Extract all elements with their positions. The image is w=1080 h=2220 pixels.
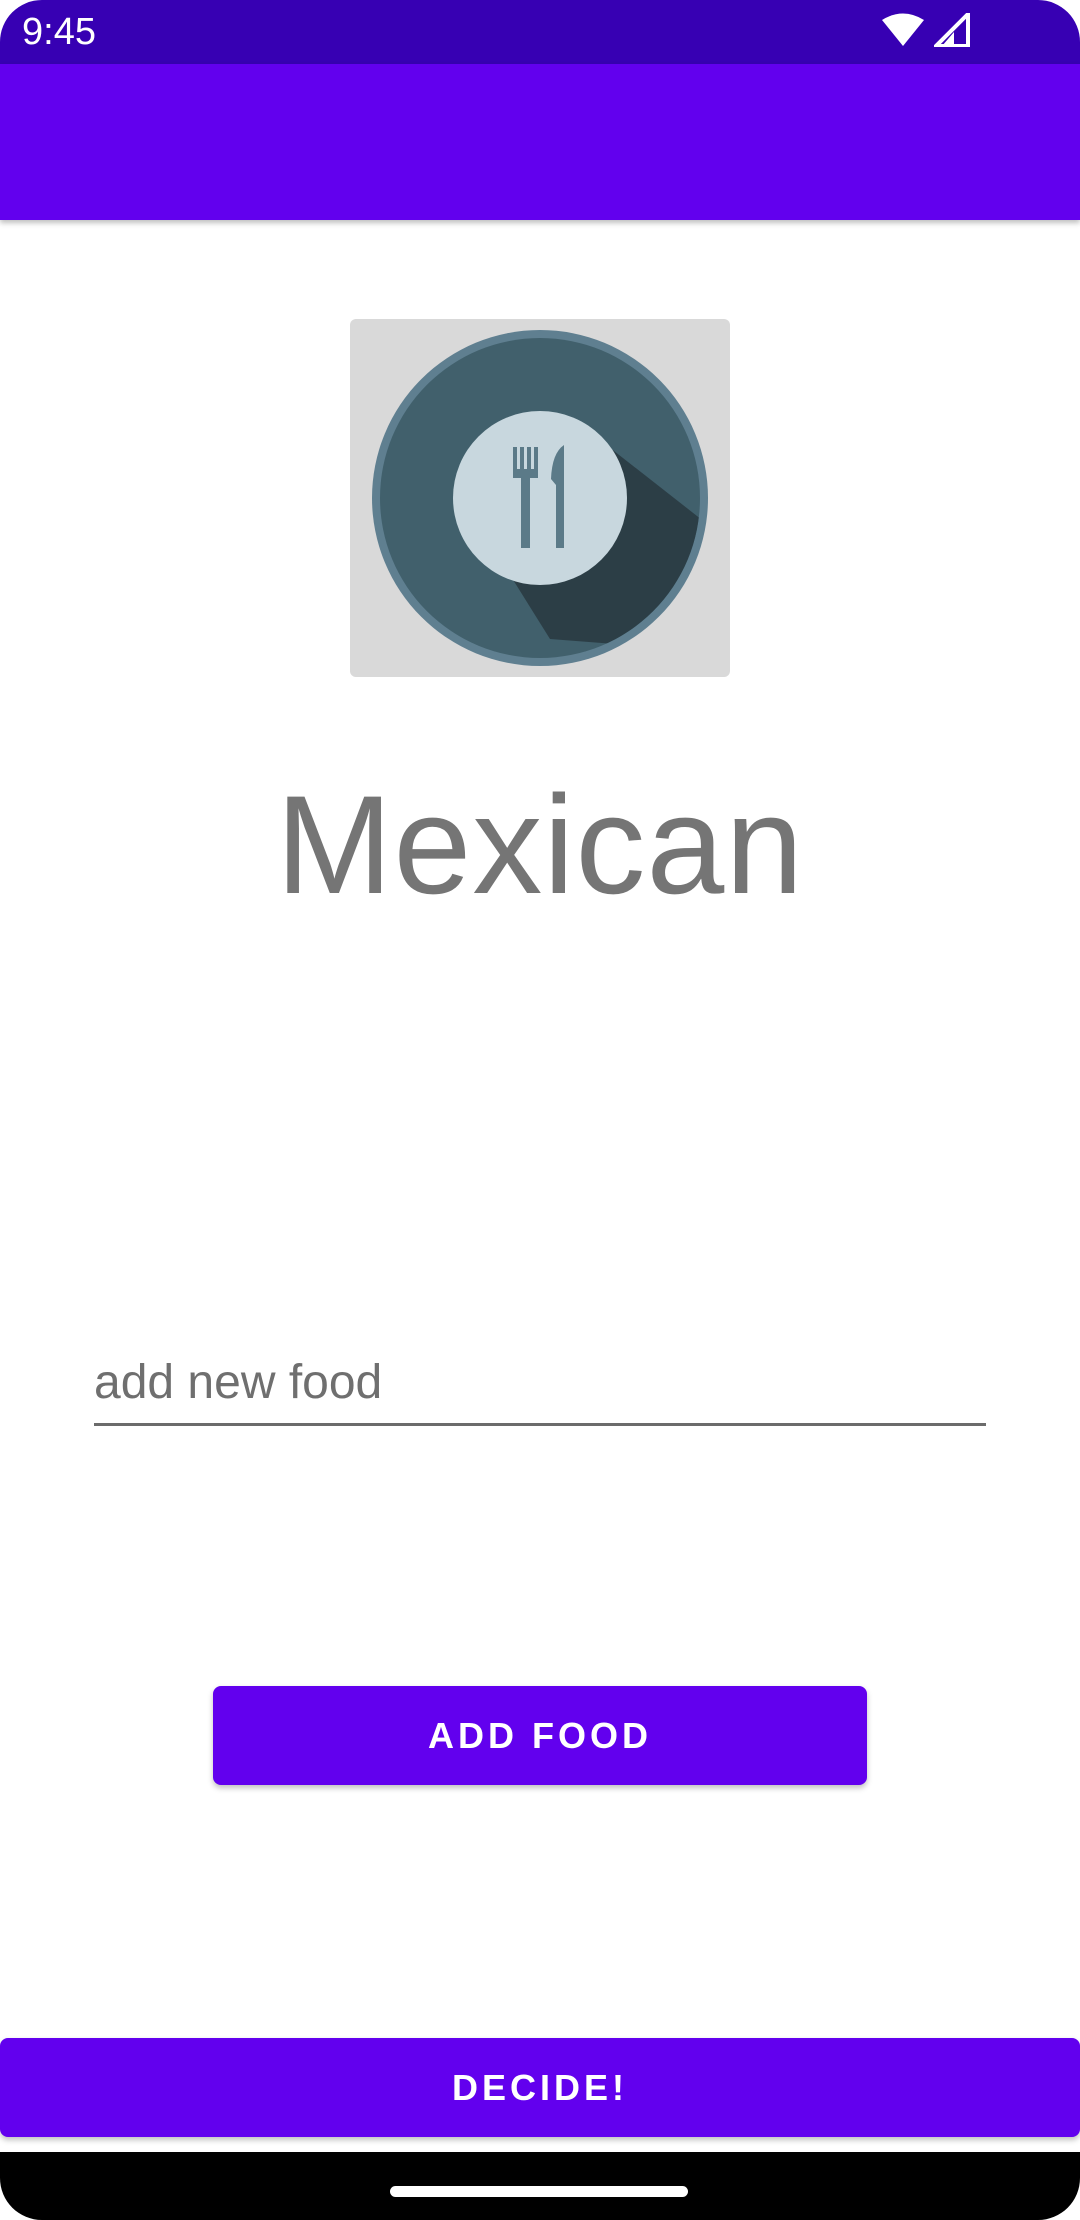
add-food-button[interactable]: ADD FOOD [213,1686,867,1785]
wifi-icon [882,13,924,52]
status-bar: 9:45 [0,0,1080,64]
status-time: 9:45 [22,11,96,53]
signal-icon [931,8,970,52]
decide-button[interactable]: DECIDE! [0,2038,1080,2137]
new-food-input[interactable] [94,1348,986,1426]
food-image [350,319,730,677]
home-gesture-handle[interactable] [390,2186,688,2197]
app-screen: 9:45 Mexican add new food ADD FOOD DECID… [0,0,1080,2220]
status-icons [882,8,970,52]
app-bar [0,64,1080,220]
navigation-bar [0,2152,1080,2220]
fork-knife-plate-icon [372,330,708,666]
food-name: Mexican [275,766,805,923]
